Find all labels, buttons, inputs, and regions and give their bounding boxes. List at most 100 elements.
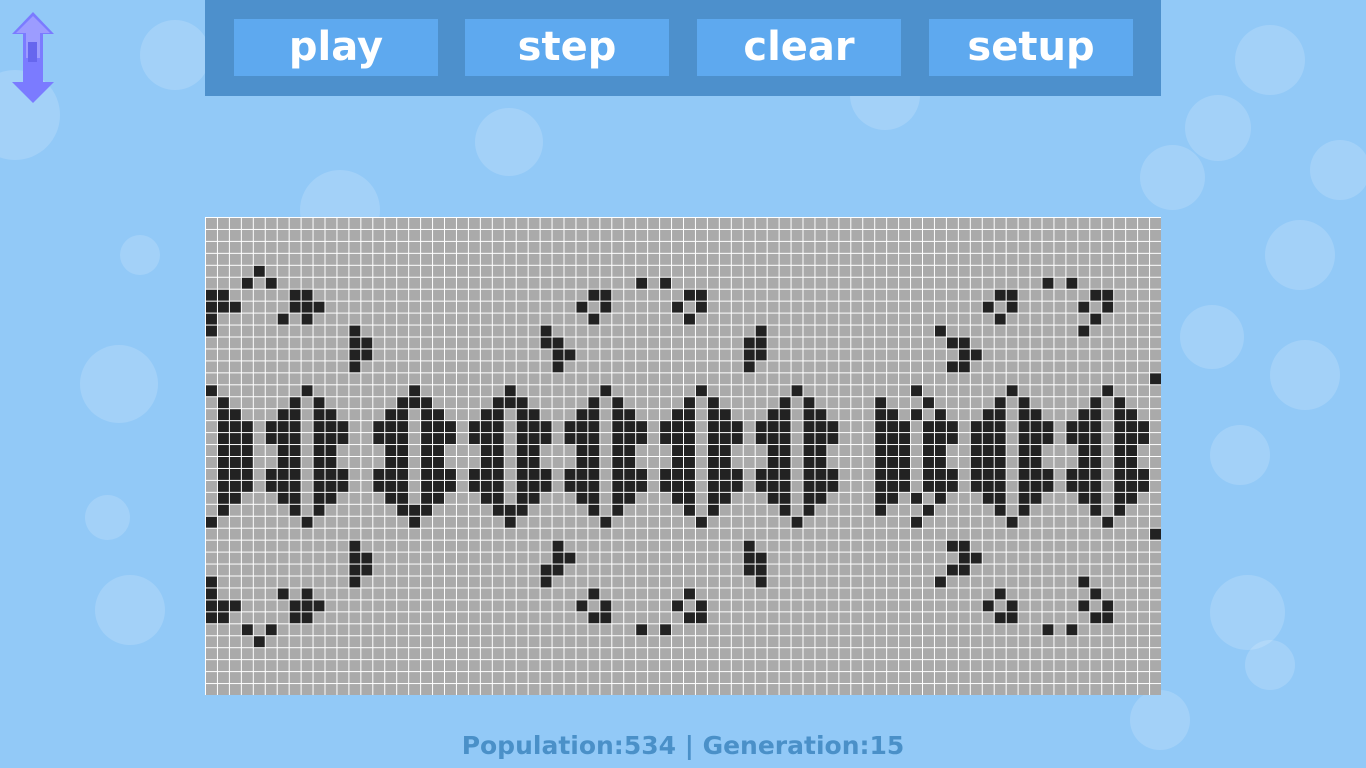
- live-cell[interactable]: [994, 480, 1006, 492]
- dead-cell[interactable]: [934, 528, 946, 540]
- dead-cell[interactable]: [1126, 313, 1138, 325]
- dead-cell[interactable]: [504, 373, 516, 385]
- dead-cell[interactable]: [923, 218, 934, 229]
- live-cell[interactable]: [349, 325, 361, 337]
- dead-cell[interactable]: [1054, 648, 1066, 660]
- dead-cell[interactable]: [827, 277, 839, 289]
- live-cell[interactable]: [636, 480, 648, 492]
- dead-cell[interactable]: [492, 361, 504, 373]
- dead-cell[interactable]: [445, 229, 456, 241]
- dead-cell[interactable]: [672, 504, 683, 516]
- dead-cell[interactable]: [946, 397, 958, 409]
- dead-cell[interactable]: [528, 516, 540, 528]
- dead-cell[interactable]: [1114, 636, 1126, 648]
- dead-cell[interactable]: [445, 241, 456, 253]
- dead-cell[interactable]: [492, 277, 504, 289]
- dead-cell[interactable]: [731, 373, 743, 385]
- dead-cell[interactable]: [923, 684, 934, 695]
- live-cell[interactable]: [887, 433, 899, 445]
- live-cell[interactable]: [612, 397, 624, 409]
- dead-cell[interactable]: [289, 218, 301, 229]
- dead-cell[interactable]: [899, 301, 911, 313]
- live-cell[interactable]: [982, 301, 994, 313]
- dead-cell[interactable]: [731, 648, 743, 660]
- dead-cell[interactable]: [1102, 397, 1114, 409]
- dead-cell[interactable]: [695, 241, 707, 253]
- dead-cell[interactable]: [289, 636, 301, 648]
- dead-cell[interactable]: [1054, 289, 1066, 301]
- dead-cell[interactable]: [958, 313, 970, 325]
- dead-cell[interactable]: [1114, 648, 1126, 660]
- dead-cell[interactable]: [707, 564, 719, 576]
- dead-cell[interactable]: [540, 409, 552, 421]
- dead-cell[interactable]: [445, 373, 456, 385]
- dead-cell[interactable]: [217, 265, 229, 277]
- live-cell[interactable]: [349, 540, 361, 552]
- dead-cell[interactable]: [349, 397, 361, 409]
- dead-cell[interactable]: [516, 241, 528, 253]
- dead-cell[interactable]: [624, 301, 636, 313]
- dead-cell[interactable]: [934, 289, 946, 301]
- dead-cell[interactable]: [456, 612, 468, 624]
- dead-cell[interactable]: [767, 241, 779, 253]
- dead-cell[interactable]: [576, 648, 588, 660]
- live-cell[interactable]: [612, 457, 624, 468]
- dead-cell[interactable]: [349, 301, 361, 313]
- dead-cell[interactable]: [982, 253, 994, 265]
- live-cell[interactable]: [289, 612, 301, 624]
- dead-cell[interactable]: [887, 229, 899, 241]
- dead-cell[interactable]: [791, 421, 803, 433]
- dead-cell[interactable]: [337, 301, 349, 313]
- dead-cell[interactable]: [373, 457, 385, 468]
- dead-cell[interactable]: [313, 552, 325, 564]
- dead-cell[interactable]: [1138, 540, 1150, 552]
- dead-cell[interactable]: [445, 660, 456, 672]
- dead-cell[interactable]: [313, 337, 325, 349]
- dead-cell[interactable]: [445, 277, 456, 289]
- dead-cell[interactable]: [672, 624, 683, 636]
- live-cell[interactable]: [1006, 612, 1018, 624]
- dead-cell[interactable]: [994, 564, 1006, 576]
- live-cell[interactable]: [767, 468, 779, 480]
- dead-cell[interactable]: [349, 684, 361, 695]
- live-cell[interactable]: [337, 433, 349, 445]
- dead-cell[interactable]: [994, 229, 1006, 241]
- dead-cell[interactable]: [433, 588, 444, 600]
- dead-cell[interactable]: [552, 253, 564, 265]
- dead-cell[interactable]: [361, 612, 373, 624]
- dead-cell[interactable]: [899, 218, 911, 229]
- live-cell[interactable]: [1126, 421, 1138, 433]
- dead-cell[interactable]: [695, 672, 707, 684]
- dead-cell[interactable]: [301, 218, 313, 229]
- dead-cell[interactable]: [253, 480, 265, 492]
- dead-cell[interactable]: [970, 397, 982, 409]
- dead-cell[interactable]: [576, 337, 588, 349]
- live-cell[interactable]: [636, 624, 648, 636]
- dead-cell[interactable]: [516, 313, 528, 325]
- dead-cell[interactable]: [1090, 325, 1102, 337]
- dead-cell[interactable]: [648, 313, 660, 325]
- dead-cell[interactable]: [923, 337, 934, 349]
- dead-cell[interactable]: [265, 373, 277, 385]
- live-cell[interactable]: [994, 504, 1006, 516]
- dead-cell[interactable]: [277, 660, 289, 672]
- dead-cell[interactable]: [851, 552, 863, 564]
- live-cell[interactable]: [970, 468, 982, 480]
- dead-cell[interactable]: [1126, 385, 1138, 397]
- live-cell[interactable]: [433, 468, 444, 480]
- dead-cell[interactable]: [684, 636, 695, 648]
- dead-cell[interactable]: [982, 265, 994, 277]
- dead-cell[interactable]: [289, 540, 301, 552]
- live-cell[interactable]: [994, 468, 1006, 480]
- dead-cell[interactable]: [528, 564, 540, 576]
- dead-cell[interactable]: [911, 325, 922, 337]
- dead-cell[interactable]: [313, 385, 325, 397]
- dead-cell[interactable]: [684, 540, 695, 552]
- dead-cell[interactable]: [265, 229, 277, 241]
- dead-cell[interactable]: [1054, 397, 1066, 409]
- dead-cell[interactable]: [600, 552, 612, 564]
- dead-cell[interactable]: [731, 672, 743, 684]
- dead-cell[interactable]: [480, 588, 492, 600]
- dead-cell[interactable]: [755, 684, 767, 695]
- dead-cell[interactable]: [672, 564, 683, 576]
